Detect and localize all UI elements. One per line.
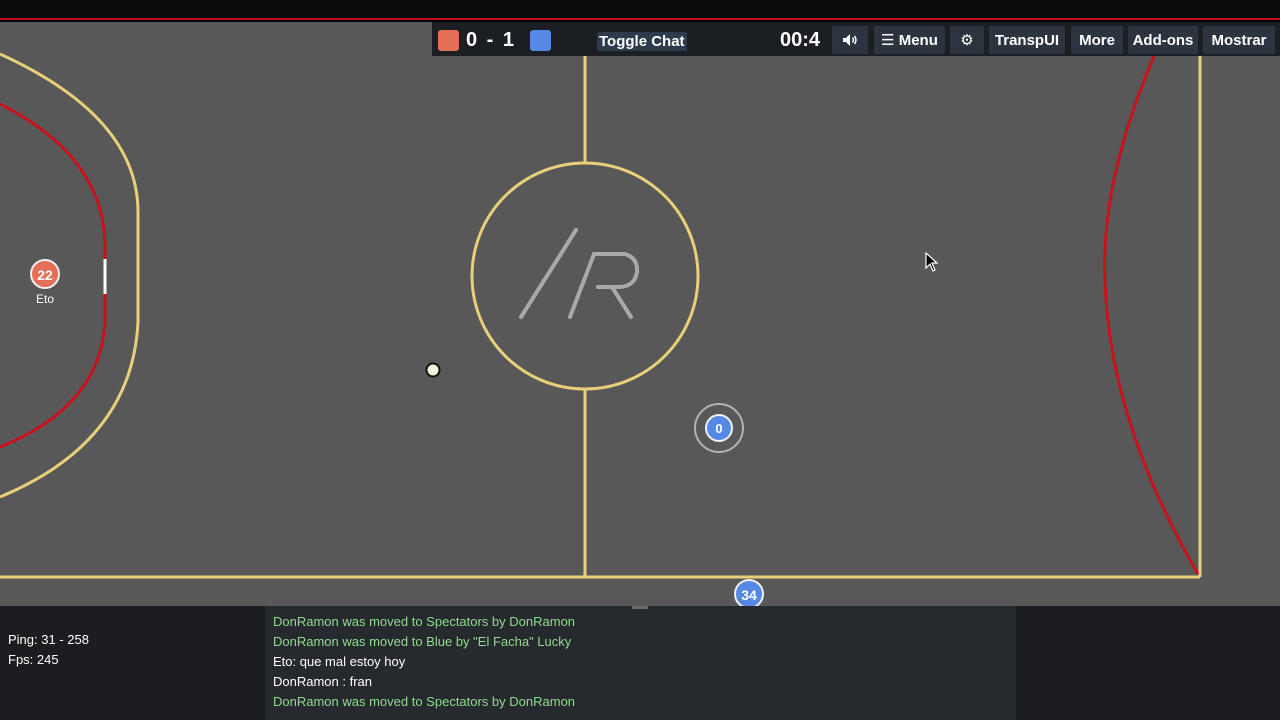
score-display: 0 - 1 [466, 29, 516, 51]
settings-button[interactable]: ⚙ [950, 26, 984, 54]
fps-text: Fps: 245 [8, 652, 59, 667]
mostrar-button[interactable]: Mostrar [1203, 26, 1275, 54]
player-number: 0 [715, 421, 722, 436]
transpui-button[interactable]: TranspUI [989, 26, 1065, 54]
gear-icon: ⚙ [960, 32, 974, 49]
game-timer: 00:4 [780, 29, 821, 51]
addons-button[interactable]: Add-ons [1128, 26, 1198, 54]
game-hud: 0 - 1 Toggle Chat 00:4 ☰ Menu ⚙ TranspUI… [432, 22, 1280, 56]
game-field[interactable]: 22 Eto 0 34 [0, 22, 1280, 606]
window-top-bar [0, 0, 1280, 20]
chat-resize-handle[interactable] [632, 606, 648, 609]
mouse-cursor-icon [925, 252, 939, 272]
player-number: 22 [37, 267, 53, 283]
more-button[interactable]: More [1071, 26, 1123, 54]
ping-text: Ping: 31 - 258 [8, 632, 89, 647]
chat-log[interactable]: DonRamon was moved to Spectators by DonR… [265, 606, 1016, 720]
player-blue-0: 0 [694, 403, 744, 453]
player-number: 34 [741, 587, 757, 603]
chat-line: Eto: que mal estoy hoy [273, 654, 406, 669]
chat-line: DonRamon was moved to Spectators by DonR… [273, 614, 576, 629]
player-name: Eto [36, 292, 54, 306]
chat-line: DonRamon was moved to Blue by "El Facha"… [273, 634, 572, 649]
field-lines: 22 Eto 0 34 [0, 22, 1202, 606]
sound-button[interactable] [832, 26, 868, 54]
red-team-indicator [438, 30, 459, 51]
bottom-panel: Ping: 31 - 258 Fps: 245 DonRamon was mov… [0, 606, 1280, 720]
player-blue-34: 34 [734, 579, 764, 606]
toggle-chat-button[interactable]: Toggle Chat [597, 32, 687, 51]
chat-line: DonRamon was moved to Spectators by DonR… [273, 694, 576, 709]
volume-icon [843, 34, 857, 46]
blue-team-indicator [530, 30, 551, 51]
player-red-22: 22 Eto [30, 259, 60, 306]
chat-line: DonRamon : fran [273, 674, 372, 689]
ball [425, 362, 441, 378]
menu-button[interactable]: ☰ Menu [874, 26, 945, 54]
network-stats: Ping: 31 - 258 Fps: 245 [8, 630, 89, 670]
